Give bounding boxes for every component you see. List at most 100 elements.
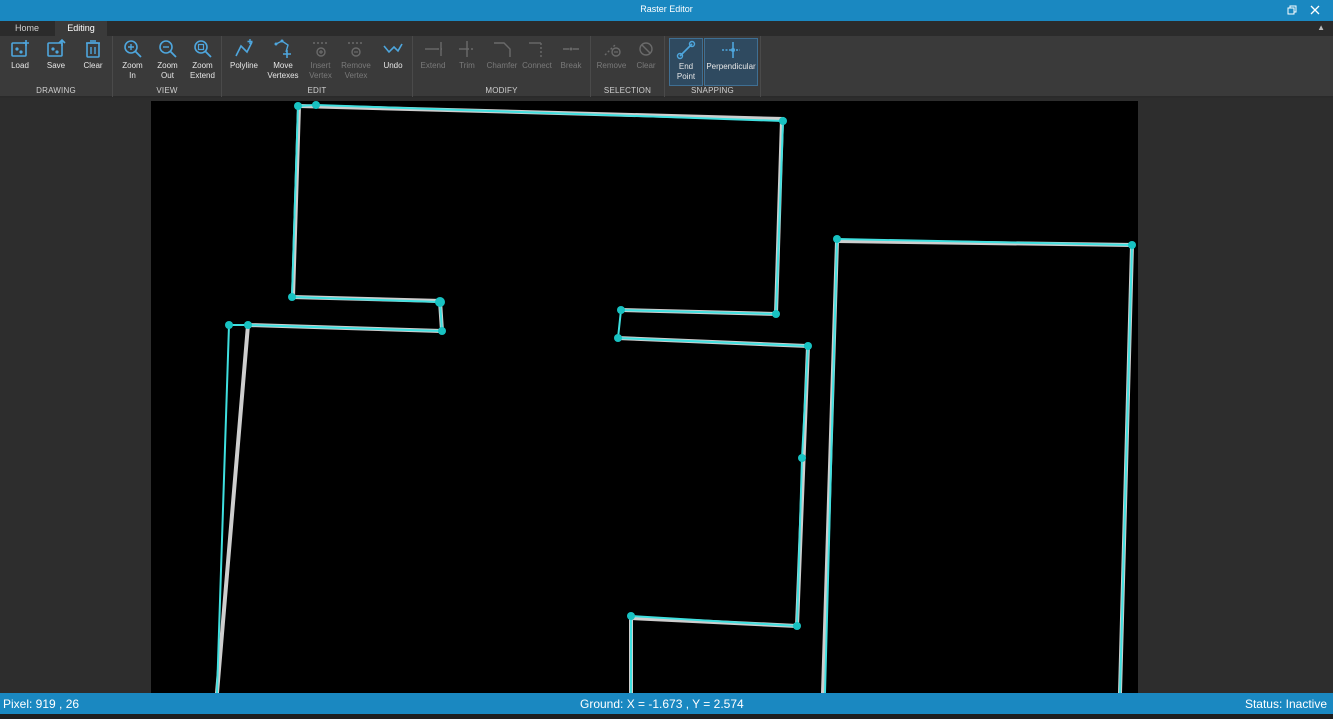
window-title: Raster Editor	[640, 4, 693, 14]
vertex-handle[interactable]	[288, 293, 296, 301]
vertex-handle[interactable]	[772, 310, 780, 318]
tab-editing[interactable]: Editing	[55, 21, 107, 36]
clear-drawing-button[interactable]: Clear	[77, 38, 109, 86]
raster-drawing	[215, 101, 1136, 693]
collapse-ribbon-icon[interactable]: ▲	[1317, 23, 1325, 32]
move-vertexes-button[interactable]: Move Vertexes	[265, 38, 301, 86]
ribbon: Load Save Clear DRAWING Zoom In Zoom Out…	[0, 36, 1333, 97]
vertex-handle[interactable]	[627, 612, 635, 620]
vertex-handle[interactable]	[614, 334, 622, 342]
status-text: Status: Inactive	[1244, 697, 1327, 711]
clear-selection-label: Clear	[636, 61, 656, 70]
vertex-handle[interactable]	[244, 321, 252, 329]
vertex-handle[interactable]	[617, 306, 625, 314]
zoom-out-label-1: Zoom	[157, 61, 178, 70]
break-button[interactable]: Break	[555, 38, 587, 86]
polyline-right-room[interactable]	[824, 238, 1133, 693]
zoom-extend-button[interactable]: Zoom Extend	[185, 38, 220, 86]
vertex-handle[interactable]	[804, 342, 812, 350]
group-label-edit: EDIT	[307, 86, 327, 95]
connect-button[interactable]: Connect	[520, 38, 554, 86]
perpendicular-icon	[722, 42, 740, 58]
vertex-handle[interactable]	[312, 101, 320, 109]
group-snapping: End Point Perpendicular SNAPPING	[665, 36, 761, 97]
remove-vertex-button[interactable]: Remove Vertex	[338, 38, 374, 86]
remove-selection-label: Remove	[596, 61, 627, 70]
zoom-in-icon	[123, 40, 142, 58]
connect-label: Connect	[522, 61, 552, 70]
trim-button[interactable]: Trim	[451, 38, 483, 86]
chamfer-label: Chamfer	[486, 61, 518, 70]
polyline-icon	[235, 39, 253, 57]
insert-vertex-label-2: Vertex	[309, 71, 332, 80]
undo-label: Undo	[383, 61, 403, 70]
vertex-handle[interactable]	[798, 454, 806, 462]
extend-button[interactable]: Extend	[417, 38, 449, 86]
restore-icon[interactable]	[1284, 2, 1300, 18]
insert-vertex-label-1: Insert	[310, 61, 331, 70]
polyline-button[interactable]: Polyline	[226, 38, 262, 86]
clear-selection-button[interactable]: Clear	[630, 38, 662, 86]
chamfer-button[interactable]: Chamfer	[485, 38, 519, 86]
status-bar: Pixel: 919 , 26 Ground: X = -1.673 , Y =…	[0, 693, 1333, 714]
zoom-extend-icon	[193, 40, 212, 58]
close-icon[interactable]	[1307, 2, 1323, 18]
vertex-handle[interactable]	[779, 117, 787, 125]
trim-label: Trim	[459, 61, 475, 70]
move-vertexes-icon	[274, 39, 291, 58]
vertex-handle[interactable]	[294, 102, 302, 110]
extend-label: Extend	[420, 61, 446, 70]
ground-readout: Ground: X = -1.673 , Y = 2.574	[580, 697, 744, 711]
save-icon	[47, 38, 66, 57]
perpendicular-label: Perpendicular	[706, 62, 756, 71]
perpendicular-snap-button[interactable]: Perpendicular	[704, 38, 758, 86]
zoom-in-button[interactable]: Zoom In	[116, 38, 149, 86]
group-modify: Extend Trim Chamfer Connect Break MODIFY	[413, 36, 591, 97]
group-view: Zoom In Zoom Out Zoom Extend VIEW	[113, 36, 222, 97]
group-label-selection: SELECTION	[603, 86, 652, 95]
trim-icon	[459, 41, 475, 57]
break-icon	[563, 47, 579, 51]
polyline-top-room[interactable]	[297, 104, 809, 693]
remove-vertex-label-1: Remove	[341, 61, 371, 70]
workspace	[0, 98, 1333, 693]
vertex-handle[interactable]	[225, 321, 233, 329]
zoom-out-button[interactable]: Zoom Out	[151, 38, 184, 86]
load-icon	[11, 40, 29, 57]
group-selection: Remove Clear SELECTION	[591, 36, 665, 97]
zoom-in-label-2: In	[129, 71, 136, 80]
move-vertexes-label-1: Move	[273, 61, 293, 70]
group-label-view: VIEW	[156, 86, 178, 95]
load-button[interactable]: Load	[4, 38, 36, 86]
remove-vertex-label-2: Vertex	[344, 71, 368, 80]
zoom-extend-label-1: Zoom	[192, 61, 213, 70]
vertex-handle[interactable]	[1128, 241, 1136, 249]
trash-icon	[86, 40, 100, 58]
end-point-snap-button[interactable]: End Point	[669, 38, 703, 86]
raster-canvas[interactable]	[151, 101, 1138, 693]
remove-selection-button[interactable]: Remove	[594, 38, 629, 86]
vertex-markers	[225, 101, 1136, 630]
end-point-icon	[676, 40, 696, 60]
insert-vertex-button[interactable]: Insert Vertex	[304, 38, 337, 86]
undo-button[interactable]: Undo	[377, 38, 409, 86]
end-point-label-2: Point	[676, 72, 696, 81]
vertex-handle[interactable]	[833, 235, 841, 243]
vertex-handle[interactable]	[435, 297, 445, 307]
vertex-handle[interactable]	[793, 622, 801, 630]
group-drawing: Load Save Clear DRAWING	[0, 36, 113, 97]
tab-home[interactable]: Home	[4, 21, 50, 36]
end-point-label-1: End	[678, 62, 694, 71]
bottom-strip	[0, 714, 1333, 719]
chamfer-icon	[494, 42, 511, 57]
load-label: Load	[11, 61, 29, 70]
save-button[interactable]: Save	[40, 38, 72, 86]
vertex-handle[interactable]	[438, 327, 446, 335]
zoom-out-label-2: Out	[161, 71, 174, 80]
connect-icon	[529, 42, 542, 57]
group-label-drawing: DRAWING	[36, 86, 76, 95]
polyline-left-room[interactable]	[216, 105, 443, 693]
group-label-snapping: SNAPPING	[691, 86, 734, 95]
remove-selection-icon	[604, 43, 621, 57]
title-bar: Raster Editor	[0, 0, 1333, 21]
